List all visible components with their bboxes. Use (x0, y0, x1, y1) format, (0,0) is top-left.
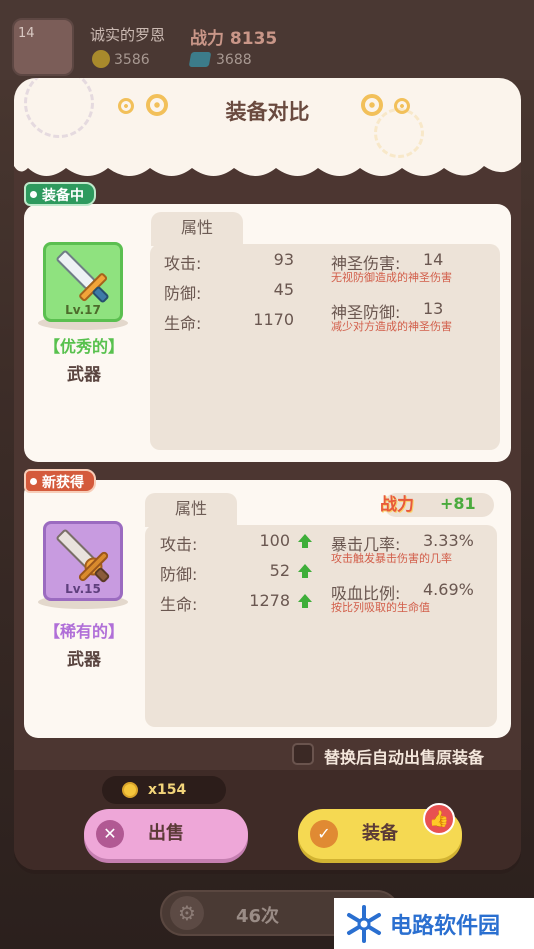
special-stat-desc: 无视防御造成的神圣伤害 (331, 271, 452, 284)
special-stat-value: 4.69% (423, 580, 474, 599)
item-level: Lv.15 (65, 582, 101, 596)
attributes-tab: 属性 (151, 212, 243, 246)
equipped-tag: 装备中 (24, 182, 96, 206)
stat-defense-value: 45 (273, 280, 294, 299)
dialog-title: 装备对比 (225, 100, 310, 124)
player-gold: 3586 (114, 52, 150, 68)
swirl-icon (361, 94, 383, 116)
gear-icon: ⚙ (170, 896, 204, 930)
stat-attack-label: 攻击: (160, 535, 198, 554)
new-item-tag: 新获得 (24, 469, 96, 493)
equipment-compare-dialog: 装备对比 装备中 Lv.17 【优秀的】 武器 属性 攻击: 93 防御: 45… (14, 78, 521, 870)
power-diff: +81 (440, 494, 476, 513)
stat-hp-label: 生命: (160, 595, 198, 614)
stat-defense-label: 防御: (164, 284, 202, 303)
watermark-text: 电路软件园 (390, 913, 501, 939)
gold-coin-icon (92, 50, 110, 68)
cloud-edge-decoration (14, 140, 521, 176)
gold-coin-icon (122, 782, 138, 798)
bottom-count: 46次 (236, 906, 280, 927)
stat-hp-label: 生命: (164, 314, 202, 333)
sell-price: x154 (102, 776, 226, 804)
new-item-icon[interactable]: Lv.15 (43, 521, 123, 601)
special-stat-desc: 攻击触发暴击伤害的几率 (331, 552, 452, 565)
auto-sell-checkbox[interactable] (292, 743, 314, 765)
stat-up-arrow-icon (298, 564, 312, 578)
special-stat-desc: 减少对方造成的神圣伤害 (331, 320, 452, 333)
player-level: 14 (18, 26, 35, 41)
player-combat-power: 战力 8135 (190, 29, 278, 49)
stat-hp-value: 1278 (249, 591, 290, 610)
stat-up-arrow-icon (298, 594, 312, 608)
power-label: 战力 (380, 495, 414, 515)
swirl-icon (394, 98, 410, 114)
player-name: 诚实的罗恩 (90, 26, 166, 44)
special-stat-desc: 按比列吸取的生命值 (331, 601, 430, 614)
player-gems: 3688 (216, 52, 252, 68)
sword-icon (56, 529, 110, 583)
stat-up-arrow-icon (298, 534, 312, 548)
equipped-item-icon[interactable]: Lv.17 (43, 242, 123, 322)
watermark-logo-icon (347, 904, 381, 943)
special-stat-value: 14 (423, 250, 444, 269)
sword-icon (56, 250, 109, 303)
stat-attack-value: 100 (259, 531, 290, 550)
check-icon: ✓ (310, 820, 338, 848)
thumbs-up-icon: 👍 (423, 803, 455, 835)
item-type: 武器 (67, 650, 101, 670)
stat-attack-label: 攻击: (164, 254, 202, 273)
special-stat-value: 3.33% (423, 531, 474, 550)
stat-attack-value: 93 (273, 250, 294, 269)
attributes-tab: 属性 (145, 493, 237, 527)
sell-button[interactable]: ✕ 出售 (84, 809, 248, 859)
stat-defense-value: 52 (269, 561, 290, 580)
close-icon: ✕ (96, 820, 124, 848)
sell-button-label: 出售 (148, 823, 184, 844)
gem-icon (188, 52, 212, 67)
stat-defense-label: 防御: (160, 565, 198, 584)
special-stat-value: 13 (423, 299, 444, 318)
auto-sell-label[interactable]: 替换后自动出售原装备 (324, 744, 484, 768)
item-quality: 【优秀的】 (43, 337, 124, 356)
equip-button-label: 装备 (362, 823, 398, 844)
stat-hp-value: 1170 (253, 310, 294, 329)
watermark: 电路软件园 (334, 898, 534, 949)
item-quality: 【稀有的】 (43, 622, 124, 641)
item-level: Lv.17 (65, 303, 101, 317)
item-type: 武器 (67, 365, 101, 385)
